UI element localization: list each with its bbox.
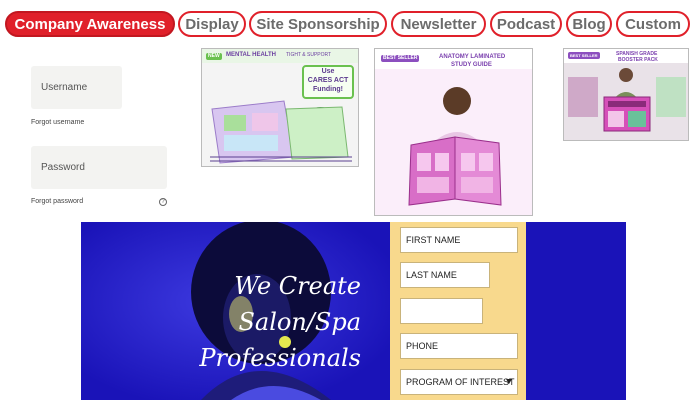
lead-form: FIRST NAME LAST NAME PHONE PROGRAM OF IN… xyxy=(390,222,526,400)
product-spanish-booster[interactable]: BEST SELLER SPANISH GRADE BOOSTER PACK xyxy=(563,48,689,141)
product-anatomy[interactable]: BEST SELLER ANATOMY LAMINATED STUDY GUID… xyxy=(374,48,533,216)
email-input[interactable] xyxy=(400,298,483,324)
username-input[interactable]: Username xyxy=(31,66,122,109)
tab-newsletter[interactable]: Newsletter xyxy=(391,11,486,37)
forgot-username-link[interactable]: Forgot username xyxy=(31,119,84,126)
anatomy-title-line1: ANATOMY LAMINATED xyxy=(439,54,506,60)
best-seller-badge: BEST SELLER xyxy=(381,55,420,62)
spanish-title-line2: BOOSTER PACK xyxy=(618,57,658,63)
tab-display[interactable]: Display xyxy=(178,11,246,37)
program-select-label: PROGRAM OF INTEREST xyxy=(406,377,515,387)
anatomy-title-line2: STUDY GUIDE xyxy=(451,62,492,68)
tab-site-sponsorship[interactable]: Site Sponsorship xyxy=(249,11,387,37)
product-mental-health[interactable]: NEW MENTAL HEALTH TIGHT & SUPPORT Use CA… xyxy=(201,48,359,167)
help-icon[interactable]: ? xyxy=(159,198,167,206)
cares-badge-line2: CARES ACT xyxy=(307,77,349,84)
tab-company-awareness[interactable]: Company Awareness xyxy=(5,11,175,37)
ad-type-nav: Company Awareness Display Site Sponsorsh… xyxy=(0,8,700,38)
last-name-input[interactable]: LAST NAME xyxy=(400,262,490,288)
password-input[interactable]: Password xyxy=(31,146,167,189)
chevron-down-icon xyxy=(506,379,512,384)
cares-badge-line1: Use xyxy=(321,68,335,75)
tab-custom[interactable]: Custom xyxy=(616,11,690,37)
program-select[interactable]: PROGRAM OF INTEREST xyxy=(400,369,518,395)
forgot-password-link[interactable]: Forgot password xyxy=(31,198,83,205)
first-name-input[interactable]: FIRST NAME xyxy=(400,227,518,253)
tab-podcast[interactable]: Podcast xyxy=(490,11,562,37)
cares-act-badge: Use CARES ACT Funding! xyxy=(302,65,354,99)
mental-health-title: MENTAL HEALTH xyxy=(226,52,276,58)
hero-headline-line1: We Create xyxy=(234,272,361,300)
mental-health-subtitle: TIGHT & SUPPORT xyxy=(286,52,332,58)
hero-headline-line2: Salon/Spa xyxy=(238,308,361,336)
phone-input[interactable]: PHONE xyxy=(400,333,518,359)
new-badge: NEW xyxy=(206,53,222,60)
tab-blog[interactable]: Blog xyxy=(566,11,612,37)
best-seller-badge: BEST SELLER xyxy=(568,52,600,59)
hero-headline-line3: Professionals xyxy=(199,344,361,372)
hero-banner: We Create Salon/Spa Professionals FIRST … xyxy=(81,222,626,400)
cares-badge-line3: Funding! xyxy=(313,86,343,93)
anatomy-artwork xyxy=(375,49,532,215)
